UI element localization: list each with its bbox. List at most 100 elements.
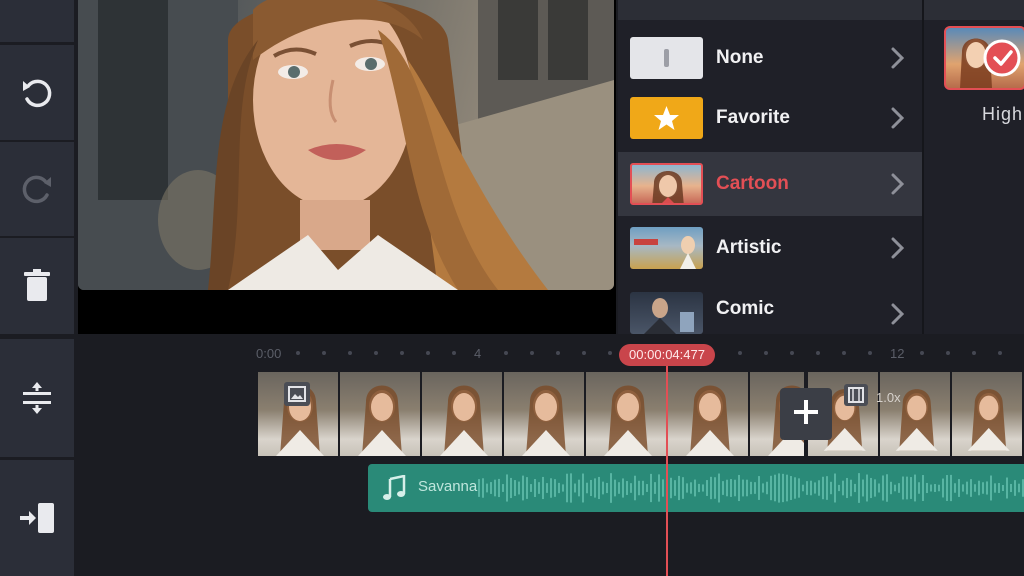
ruler-tick xyxy=(608,351,612,355)
waveform-bar xyxy=(898,483,900,493)
waveform-bar xyxy=(1006,477,1008,499)
waveform-bar xyxy=(814,482,816,494)
waveform-bar xyxy=(594,478,596,498)
ruler-tick xyxy=(946,351,950,355)
ruler-label: 4 xyxy=(474,346,482,361)
waveform-bar xyxy=(566,473,568,503)
clip-frame xyxy=(422,372,502,456)
waveform-bar xyxy=(490,482,492,494)
waveform-bar xyxy=(510,477,512,499)
redo-button[interactable] xyxy=(0,142,74,236)
waveform-bar xyxy=(706,480,708,496)
waveform-bar xyxy=(762,483,764,493)
waveform-bar xyxy=(826,476,828,500)
audio-track[interactable]: Savanna xyxy=(368,464,1024,512)
waveform-bar xyxy=(534,479,536,497)
waveform-bar xyxy=(766,481,768,495)
ruler-tick xyxy=(972,351,976,355)
waveform-bar xyxy=(802,484,804,492)
category-label: Favorite xyxy=(716,107,790,128)
waveform-bar xyxy=(618,482,620,494)
waveform-bar xyxy=(966,481,968,495)
waveform-bar xyxy=(998,483,1000,493)
waveform-bar xyxy=(650,473,652,503)
film-icon xyxy=(844,384,868,406)
waveform-bar xyxy=(602,481,604,495)
waveform-bar xyxy=(570,473,572,503)
category-cartoon[interactable]: Cartoon xyxy=(618,152,922,216)
add-clip-button[interactable] xyxy=(780,388,832,440)
category-none[interactable]: None xyxy=(618,26,922,90)
waveform-bar xyxy=(790,476,792,500)
waveform-bar xyxy=(858,473,860,503)
ruler-tick xyxy=(374,351,378,355)
waveform-bar xyxy=(954,483,956,493)
waveform-bar xyxy=(786,474,788,502)
waveform-bar xyxy=(970,479,972,497)
ruler-tick xyxy=(296,351,300,355)
playhead[interactable] xyxy=(666,358,668,576)
playhead-time: 00:00:04:477 xyxy=(619,344,715,366)
waveform-bar xyxy=(886,474,888,502)
style-option-label: High xyxy=(982,104,1024,124)
waveform-bar xyxy=(578,479,580,497)
waveform-bar xyxy=(782,473,784,503)
waveform-bar xyxy=(770,475,772,501)
ruler-tick xyxy=(452,351,456,355)
waveform-bar xyxy=(686,483,688,493)
waveform-bar xyxy=(682,477,684,499)
waveform-bar xyxy=(718,473,720,503)
waveform-bar xyxy=(582,473,584,503)
waveform-bar xyxy=(694,479,696,497)
waveform-bar xyxy=(642,480,644,496)
cartoon-thumbnail xyxy=(630,163,703,205)
waveform-bar xyxy=(778,473,780,503)
waveform-bar xyxy=(914,474,916,502)
delete-button[interactable] xyxy=(0,238,74,334)
waveform-bar xyxy=(518,481,520,495)
waveform-bar xyxy=(622,478,624,498)
category-favorite[interactable]: Favorite xyxy=(618,86,922,150)
waveform-bar xyxy=(726,479,728,497)
waveform-bar xyxy=(754,482,756,494)
category-comic[interactable]: Comic xyxy=(618,282,922,334)
waveform-bar xyxy=(1010,483,1012,493)
import-button[interactable] xyxy=(0,460,74,576)
undo-button[interactable] xyxy=(0,45,74,140)
waveform-bar xyxy=(638,480,640,496)
waveform-bar xyxy=(830,481,832,495)
video-preview[interactable] xyxy=(78,0,616,334)
ruler-tick xyxy=(400,351,404,355)
waveform-bar xyxy=(958,479,960,497)
waveform-bar xyxy=(1014,480,1016,496)
ruler-tick xyxy=(998,351,1002,355)
waveform-bar xyxy=(678,475,680,501)
waveform-bar xyxy=(586,482,588,494)
waveform-bar xyxy=(522,475,524,501)
ruler-tick xyxy=(738,351,742,355)
waveform-bar xyxy=(550,478,552,498)
waveform-bar xyxy=(806,481,808,495)
waveform-bar xyxy=(654,482,656,494)
waveform-bar xyxy=(658,474,660,502)
video-clip-1[interactable] xyxy=(258,372,804,456)
waveform-bar xyxy=(542,476,544,500)
video-clip-2[interactable] xyxy=(808,372,1024,456)
waveform-bar xyxy=(870,477,872,499)
category-label: Cartoon xyxy=(716,173,789,194)
ruler-tick xyxy=(790,351,794,355)
timeline[interactable]: 0:00 4 12 1.0x Savanna 00:00:04:477 xyxy=(76,336,1024,576)
ruler-tick xyxy=(868,351,872,355)
style-option-high[interactable] xyxy=(944,26,1024,90)
chevron-right-icon xyxy=(888,302,908,326)
toolbar-top-button[interactable] xyxy=(0,0,74,42)
waveform-bar xyxy=(910,477,912,499)
import-icon xyxy=(16,501,58,535)
category-artistic[interactable]: Artistic xyxy=(618,216,922,280)
waveform-bar xyxy=(502,484,504,492)
none-swatch xyxy=(630,37,703,79)
waveform-bar xyxy=(662,479,664,497)
image-icon xyxy=(284,382,310,406)
waveform-bar xyxy=(734,479,736,497)
split-button[interactable] xyxy=(0,339,74,457)
